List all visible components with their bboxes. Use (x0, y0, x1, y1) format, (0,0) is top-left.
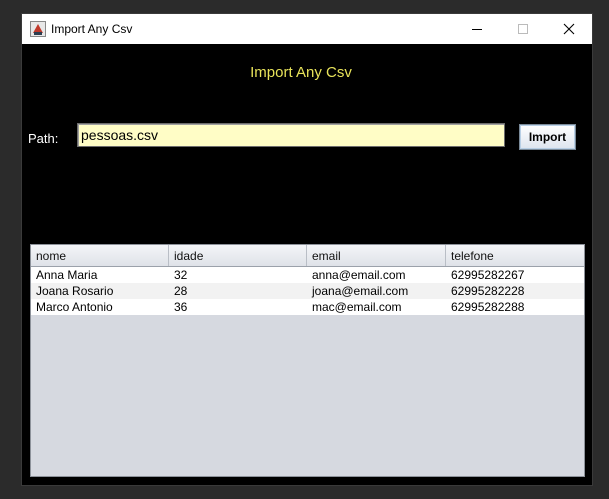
table-cell[interactable]: 62995282267 (446, 267, 584, 283)
page-heading: Import Any Csv (250, 64, 352, 81)
app-window: Import Any Csv Import Any Csv Path: Impo… (22, 14, 592, 485)
table-cell[interactable]: anna@email.com (307, 267, 446, 283)
table-cell[interactable]: joana@email.com (307, 283, 446, 299)
close-icon[interactable] (546, 14, 592, 44)
table-row[interactable]: Anna Maria 32 anna@email.com 62995282267 (31, 267, 584, 283)
title-bar[interactable]: Import Any Csv (22, 14, 592, 44)
table-cell[interactable]: 36 (169, 299, 307, 315)
csv-table[interactable]: nome idade email telefone Anna Maria 32 … (30, 244, 585, 477)
table-cell[interactable]: 62995282228 (446, 283, 584, 299)
column-header[interactable]: telefone (446, 245, 584, 266)
java-app-icon (30, 21, 46, 37)
minimize-icon[interactable] (454, 14, 500, 44)
table-cell[interactable]: Anna Maria (31, 267, 169, 283)
table-cell[interactable]: 62995282288 (446, 299, 584, 315)
column-header[interactable]: idade (169, 245, 307, 266)
table-row[interactable]: Marco Antonio 36 mac@email.com 629952822… (31, 299, 584, 315)
table-row[interactable]: Joana Rosario 28 joana@email.com 6299528… (31, 283, 584, 299)
table-cell[interactable]: 28 (169, 283, 307, 299)
import-button[interactable]: Import (519, 124, 576, 150)
maximize-icon[interactable] (500, 14, 546, 44)
table-header: nome idade email telefone (31, 245, 584, 267)
table-cell[interactable]: 32 (169, 267, 307, 283)
column-header[interactable]: nome (31, 245, 169, 266)
window-title: Import Any Csv (51, 22, 133, 36)
path-input[interactable] (77, 123, 505, 147)
table-cell[interactable]: Joana Rosario (31, 283, 169, 299)
table-cell[interactable]: mac@email.com (307, 299, 446, 315)
path-label: Path: (28, 131, 59, 146)
table-cell[interactable]: Marco Antonio (31, 299, 169, 315)
column-header[interactable]: email (307, 245, 446, 266)
